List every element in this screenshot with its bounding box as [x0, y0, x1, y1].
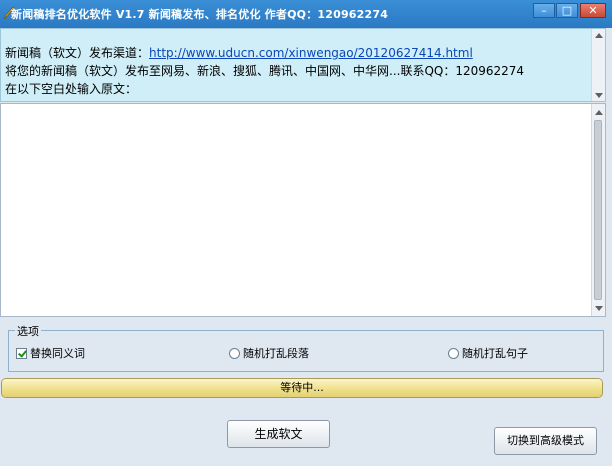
channel-label: 新闻稿（软文）发布渠道： [5, 46, 150, 60]
editor-scrollbar[interactable] [591, 104, 605, 316]
option-shuffle-paragraphs[interactable]: 随机打乱段落 [229, 345, 309, 361]
info-scrollbar[interactable] [591, 29, 605, 101]
scroll-down-arrow-icon[interactable] [595, 93, 603, 98]
info-line-instruction: 在以下空白处输入原文： [5, 82, 138, 96]
info-line-publish: 将您的新闻稿（软文）发布至网易、新浪、搜狐、腾讯、中国网、中华网...联系QQ：… [5, 64, 525, 78]
synonym-checkbox[interactable] [16, 347, 27, 359]
option-shuffle-sentences[interactable]: 随机打乱句子 [448, 345, 528, 361]
minimize-button[interactable]: – [533, 3, 555, 18]
shuffle-paragraphs-radio[interactable] [229, 347, 240, 359]
options-legend: 选项 [15, 323, 41, 339]
advanced-mode-button[interactable]: 切换到高级模式 [494, 427, 597, 455]
progress-status-text: 等待中... [280, 381, 324, 394]
channel-link[interactable]: http://www.uducn.com/xinwengao/201206274… [149, 46, 473, 60]
scroll-thumb[interactable] [594, 120, 602, 300]
scroll-up-arrow-icon[interactable] [595, 110, 603, 115]
synonym-label: 替换同义词 [30, 347, 85, 360]
option-synonym[interactable]: 替换同义词 [16, 345, 85, 361]
source-text-area[interactable] [0, 103, 606, 317]
shuffle-sentences-radio[interactable] [448, 347, 459, 359]
close-button[interactable]: ✕ [580, 3, 606, 18]
shuffle-sentences-label: 随机打乱句子 [462, 347, 528, 360]
scroll-up-arrow-icon[interactable] [595, 33, 603, 38]
scroll-down-arrow-icon[interactable] [595, 306, 603, 311]
generate-button[interactable]: 生成软文 [227, 420, 330, 448]
info-panel: 新闻稿（软文）发布渠道：http://www.uducn.com/xinweng… [0, 28, 606, 102]
maximize-button[interactable]: □ [556, 3, 578, 18]
info-line-channel: 新闻稿（软文）发布渠道：http://www.uducn.com/xinweng… [5, 44, 473, 61]
window-title: 新闻稿排名优化软件 V1.7 新闻稿发布、排名优化 作者QQ：120962274 [11, 8, 389, 21]
title-bar: 新闻稿排名优化软件 V1.7 新闻稿发布、排名优化 作者QQ：120962274… [0, 0, 612, 28]
options-group: 选项 替换同义词 随机打乱段落 随机打乱句子 [8, 323, 604, 372]
progress-bar: 等待中... [1, 378, 603, 398]
shuffle-paragraphs-label: 随机打乱段落 [243, 347, 309, 360]
